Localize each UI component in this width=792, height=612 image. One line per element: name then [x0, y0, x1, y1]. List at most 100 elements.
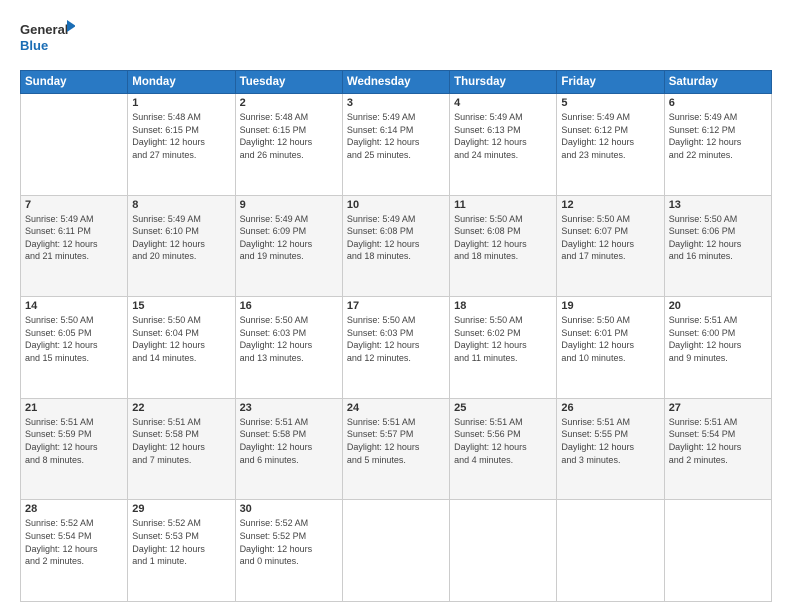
day-number: 8 [132, 199, 230, 211]
day-number: 29 [132, 503, 230, 515]
col-header-sunday: Sunday [21, 71, 128, 94]
day-number: 7 [25, 199, 123, 211]
day-number: 5 [561, 97, 659, 109]
day-info: Sunrise: 5:51 AMSunset: 5:55 PMDaylight:… [561, 416, 659, 466]
day-info: Sunrise: 5:50 AMSunset: 6:01 PMDaylight:… [561, 314, 659, 364]
day-number: 24 [347, 402, 445, 414]
calendar-cell: 8 Sunrise: 5:49 AMSunset: 6:10 PMDaylight… [128, 195, 235, 297]
calendar-cell: 30 Sunrise: 5:52 AMSunset: 5:52 PMDayligh… [235, 500, 342, 602]
day-info: Sunrise: 5:51 AMSunset: 6:00 PMDaylight:… [669, 314, 767, 364]
calendar-cell [21, 94, 128, 196]
calendar-header-row: SundayMondayTuesdayWednesdayThursdayFrid… [21, 71, 772, 94]
day-info: Sunrise: 5:50 AMSunset: 6:05 PMDaylight:… [25, 314, 123, 364]
page: General Blue SundayMondayTuesdayWednesda… [0, 0, 792, 612]
day-info: Sunrise: 5:49 AMSunset: 6:12 PMDaylight:… [669, 111, 767, 161]
calendar-cell [664, 500, 771, 602]
day-number: 4 [454, 97, 552, 109]
day-number: 16 [240, 300, 338, 312]
calendar-cell: 10 Sunrise: 5:49 AMSunset: 6:08 PMDayligh… [342, 195, 449, 297]
calendar-cell: 21Sunrise: 5:51 AMSunset: 5:59 PMDayligh… [21, 398, 128, 500]
day-info: Sunrise: 5:49 AMSunset: 6:09 PMDaylight:… [240, 213, 338, 263]
day-info: Sunrise: 5:50 AMSunset: 6:03 PMDaylight:… [347, 314, 445, 364]
calendar-cell: 14 Sunrise: 5:50 AMSunset: 6:05 PMDayligh… [21, 297, 128, 399]
calendar-cell: 11Sunrise: 5:50 AMSunset: 6:08 PMDayligh… [450, 195, 557, 297]
calendar-week-row: 28 Sunrise: 5:52 AMSunset: 5:54 PMDayligh… [21, 500, 772, 602]
day-info: Sunrise: 5:49 AMSunset: 6:08 PMDaylight:… [347, 213, 445, 263]
calendar-cell: 27 Sunrise: 5:51 AMSunset: 5:54 PMDayligh… [664, 398, 771, 500]
col-header-saturday: Saturday [664, 71, 771, 94]
day-info: Sunrise: 5:50 AMSunset: 6:02 PMDaylight:… [454, 314, 552, 364]
calendar-cell: 15 Sunrise: 5:50 AMSunset: 6:04 PMDayligh… [128, 297, 235, 399]
calendar-cell [450, 500, 557, 602]
logo: General Blue [20, 18, 75, 62]
svg-text:General: General [20, 22, 68, 37]
day-number: 26 [561, 402, 659, 414]
day-info: Sunrise: 5:49 AMSunset: 6:12 PMDaylight:… [561, 111, 659, 161]
day-info: Sunrise: 5:52 AMSunset: 5:54 PMDaylight:… [25, 517, 123, 567]
col-header-wednesday: Wednesday [342, 71, 449, 94]
day-info: Sunrise: 5:51 AMSunset: 5:54 PMDaylight:… [669, 416, 767, 466]
calendar-cell: 29Sunrise: 5:52 AMSunset: 5:53 PMDayligh… [128, 500, 235, 602]
day-number: 18 [454, 300, 552, 312]
col-header-friday: Friday [557, 71, 664, 94]
calendar-week-row: 14 Sunrise: 5:50 AMSunset: 6:05 PMDayligh… [21, 297, 772, 399]
day-number: 30 [240, 503, 338, 515]
day-number: 11 [454, 199, 552, 211]
day-number: 15 [132, 300, 230, 312]
calendar-cell: 28 Sunrise: 5:52 AMSunset: 5:54 PMDayligh… [21, 500, 128, 602]
calendar-cell: 19 Sunrise: 5:50 AMSunset: 6:01 PMDayligh… [557, 297, 664, 399]
header: General Blue [20, 18, 772, 62]
calendar-cell: 16 Sunrise: 5:50 AMSunset: 6:03 PMDayligh… [235, 297, 342, 399]
day-number: 9 [240, 199, 338, 211]
calendar-cell: 5 Sunrise: 5:49 AMSunset: 6:12 PMDaylight… [557, 94, 664, 196]
day-number: 23 [240, 402, 338, 414]
col-header-tuesday: Tuesday [235, 71, 342, 94]
day-info: Sunrise: 5:52 AMSunset: 5:52 PMDaylight:… [240, 517, 338, 567]
calendar-cell: 12 Sunrise: 5:50 AMSunset: 6:07 PMDayligh… [557, 195, 664, 297]
col-header-monday: Monday [128, 71, 235, 94]
day-info: Sunrise: 5:49 AMSunset: 6:11 PMDaylight:… [25, 213, 123, 263]
calendar-cell: 25Sunrise: 5:51 AMSunset: 5:56 PMDayligh… [450, 398, 557, 500]
calendar-cell: 2 Sunrise: 5:48 AMSunset: 6:15 PMDaylight… [235, 94, 342, 196]
calendar-cell: 1 Sunrise: 5:48 AMSunset: 6:15 PMDaylight… [128, 94, 235, 196]
day-info: Sunrise: 5:50 AMSunset: 6:07 PMDaylight:… [561, 213, 659, 263]
day-info: Sunrise: 5:49 AMSunset: 6:14 PMDaylight:… [347, 111, 445, 161]
day-number: 19 [561, 300, 659, 312]
day-info: Sunrise: 5:48 AMSunset: 6:15 PMDaylight:… [132, 111, 230, 161]
day-info: Sunrise: 5:51 AMSunset: 5:57 PMDaylight:… [347, 416, 445, 466]
calendar-cell [342, 500, 449, 602]
day-number: 22 [132, 402, 230, 414]
day-number: 17 [347, 300, 445, 312]
day-info: Sunrise: 5:48 AMSunset: 6:15 PMDaylight:… [240, 111, 338, 161]
day-info: Sunrise: 5:51 AMSunset: 5:58 PMDaylight:… [132, 416, 230, 466]
calendar-cell: 3 Sunrise: 5:49 AMSunset: 6:14 PMDaylight… [342, 94, 449, 196]
logo-svg: General Blue [20, 18, 75, 62]
day-number: 14 [25, 300, 123, 312]
day-number: 10 [347, 199, 445, 211]
calendar-cell: 22 Sunrise: 5:51 AMSunset: 5:58 PMDayligh… [128, 398, 235, 500]
day-info: Sunrise: 5:51 AMSunset: 5:58 PMDaylight:… [240, 416, 338, 466]
calendar-cell: 24 Sunrise: 5:51 AMSunset: 5:57 PMDayligh… [342, 398, 449, 500]
day-number: 25 [454, 402, 552, 414]
col-header-thursday: Thursday [450, 71, 557, 94]
calendar-week-row: 1 Sunrise: 5:48 AMSunset: 6:15 PMDaylight… [21, 94, 772, 196]
calendar-cell: 13Sunrise: 5:50 AMSunset: 6:06 PMDayligh… [664, 195, 771, 297]
calendar-cell: 17 Sunrise: 5:50 AMSunset: 6:03 PMDayligh… [342, 297, 449, 399]
day-number: 20 [669, 300, 767, 312]
day-number: 3 [347, 97, 445, 109]
day-number: 27 [669, 402, 767, 414]
calendar-cell: 26 Sunrise: 5:51 AMSunset: 5:55 PMDayligh… [557, 398, 664, 500]
calendar-cell: 9 Sunrise: 5:49 AMSunset: 6:09 PMDaylight… [235, 195, 342, 297]
calendar-cell: 20 Sunrise: 5:51 AMSunset: 6:00 PMDayligh… [664, 297, 771, 399]
calendar-cell: 4 Sunrise: 5:49 AMSunset: 6:13 PMDaylight… [450, 94, 557, 196]
calendar-week-row: 21Sunrise: 5:51 AMSunset: 5:59 PMDayligh… [21, 398, 772, 500]
day-number: 28 [25, 503, 123, 515]
day-number: 13 [669, 199, 767, 211]
day-number: 1 [132, 97, 230, 109]
day-number: 12 [561, 199, 659, 211]
day-info: Sunrise: 5:50 AMSunset: 6:03 PMDaylight:… [240, 314, 338, 364]
day-number: 2 [240, 97, 338, 109]
day-info: Sunrise: 5:49 AMSunset: 6:10 PMDaylight:… [132, 213, 230, 263]
day-info: Sunrise: 5:49 AMSunset: 6:13 PMDaylight:… [454, 111, 552, 161]
day-info: Sunrise: 5:50 AMSunset: 6:04 PMDaylight:… [132, 314, 230, 364]
